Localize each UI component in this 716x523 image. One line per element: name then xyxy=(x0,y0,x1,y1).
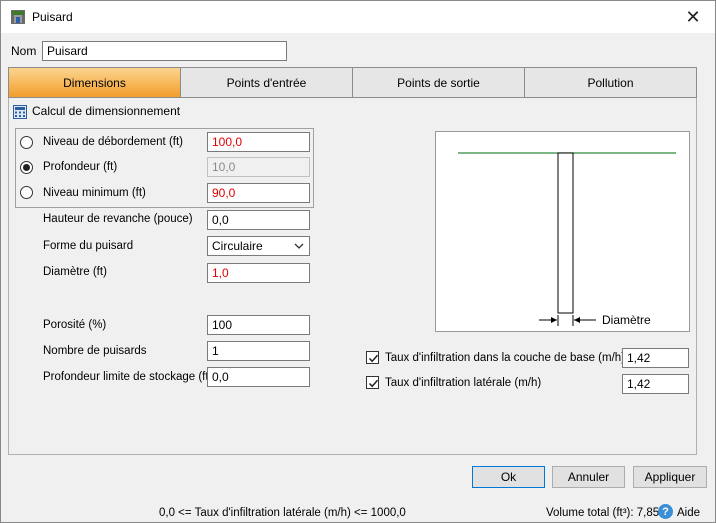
niveau-debordement-label: Niveau de débordement (ft) xyxy=(43,136,183,148)
arrowhead-left xyxy=(551,317,557,323)
infiltration-base-input[interactable]: 1,42 xyxy=(622,348,689,368)
infiltration-base-checkbox[interactable] xyxy=(366,351,379,364)
tab-dimensions[interactable]: Dimensions xyxy=(9,68,180,97)
niveau-debordement-input[interactable]: 100,0 xyxy=(207,132,310,152)
diameter-label: Diamètre xyxy=(602,313,651,327)
calc-title: Calcul de dimensionnement xyxy=(32,104,181,118)
tab-points-entree[interactable]: Points d'entrée xyxy=(180,68,352,97)
checkmark-icon xyxy=(368,379,379,388)
help-icon[interactable]: ? xyxy=(658,504,673,519)
puisard-dialog: Puisard ✕ Nom Dimensions Points d'entrée… xyxy=(0,0,716,523)
sump-shaft xyxy=(557,152,574,314)
diametre-label: Diamètre (ft) xyxy=(43,266,107,278)
profondeur-limite-label: Profondeur limite de stockage (ft) xyxy=(43,371,213,383)
radio-niveau-minimum[interactable] xyxy=(20,186,33,199)
calculator-icon xyxy=(13,105,27,119)
chevron-down-icon xyxy=(294,243,304,249)
close-button[interactable]: ✕ xyxy=(671,1,715,33)
profondeur-limite-input[interactable]: 0,0 xyxy=(207,367,310,387)
help-link[interactable]: Aide xyxy=(677,507,700,519)
diametre-input[interactable]: 1,0 xyxy=(207,263,310,283)
checkmark-icon xyxy=(368,354,379,363)
nom-label: Nom xyxy=(11,44,37,58)
infiltration-laterale-checkbox[interactable] xyxy=(366,376,379,389)
hauteur-revanche-label: Hauteur de revanche (pouce) xyxy=(43,213,193,225)
sump-icon xyxy=(11,10,25,24)
appliquer-button[interactable]: Appliquer xyxy=(633,466,707,488)
hauteur-revanche-input[interactable]: 0,0 xyxy=(207,210,310,230)
profondeur-label: Profondeur (ft) xyxy=(43,161,118,173)
nombre-puisards-input[interactable]: 1 xyxy=(207,341,310,361)
profondeur-input: 10,0 xyxy=(207,157,310,177)
arrowhead-right xyxy=(574,317,580,323)
close-icon: ✕ xyxy=(685,6,701,27)
forme-puisard-select[interactable]: Circulaire xyxy=(207,236,310,256)
nombre-puisards-label: Nombre de puisards xyxy=(43,345,147,357)
window-title: Puisard xyxy=(32,10,73,24)
tab-strip: Dimensions Points d'entrée Points de sor… xyxy=(8,67,697,98)
niveau-minimum-input[interactable]: 90,0 xyxy=(207,183,310,203)
nom-input[interactable] xyxy=(42,41,287,61)
volume-total: Volume total (ft³): 7,854 xyxy=(546,507,666,519)
infiltration-laterale-label: Taux d'infiltration latérale (m/h) xyxy=(385,377,542,389)
range-hint: 0,0 <= Taux d'infiltration latérale (m/h… xyxy=(159,507,406,519)
tab-points-sortie[interactable]: Points de sortie xyxy=(352,68,524,97)
ok-button[interactable]: Ok xyxy=(472,466,545,488)
sump-diagram-svg: Diamètre xyxy=(458,152,676,327)
dimensions-panel: Calcul de dimensionnement Niveau de débo… xyxy=(8,98,697,455)
radio-profondeur[interactable] xyxy=(20,161,33,174)
niveau-minimum-label: Niveau minimum (ft) xyxy=(43,187,146,199)
annuler-button[interactable]: Annuler xyxy=(552,466,625,488)
infiltration-base-label: Taux d'infiltration dans la couche de ba… xyxy=(385,352,625,364)
radio-niveau-debordement[interactable] xyxy=(20,136,33,149)
tab-pollution[interactable]: Pollution xyxy=(524,68,696,97)
title-bar: Puisard ✕ xyxy=(1,1,715,33)
porosite-input[interactable]: 100 xyxy=(207,315,310,335)
sump-diagram: Diamètre xyxy=(435,131,690,332)
forme-puisard-value: Circulaire xyxy=(212,239,263,253)
porosite-label: Porosité (%) xyxy=(43,319,107,331)
infiltration-laterale-input[interactable]: 1,42 xyxy=(622,374,689,394)
forme-puisard-label: Forme du puisard xyxy=(43,240,134,252)
